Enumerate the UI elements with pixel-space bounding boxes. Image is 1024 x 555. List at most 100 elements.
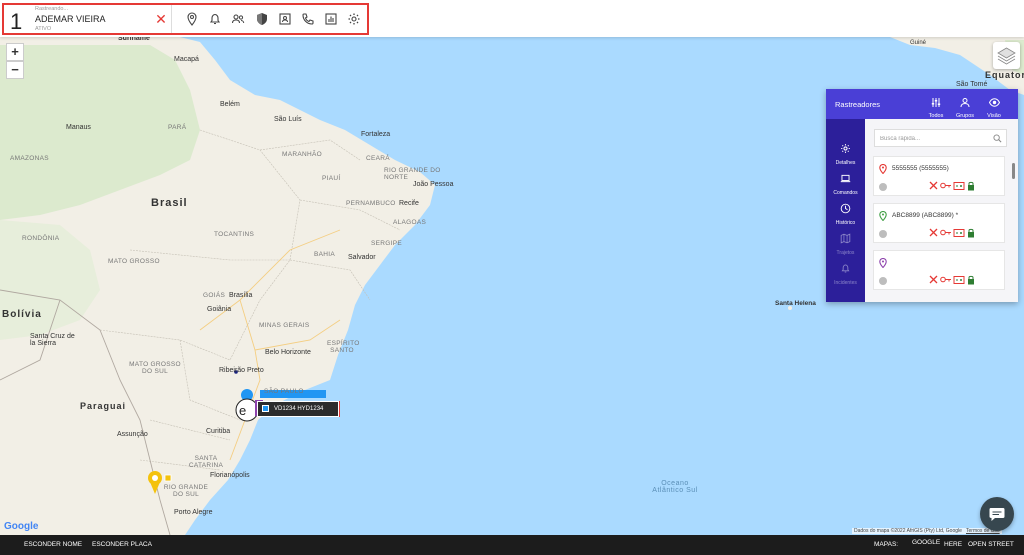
side-item-label: Trajetos [836, 250, 855, 256]
trackers-panel: Rastreadores Todos Grupos Visão Detalhes… [826, 89, 1018, 302]
bell-icon [841, 264, 850, 273]
card-status-icons [929, 228, 974, 238]
side-item-historico[interactable]: Histórico [826, 201, 865, 229]
tracker-caption: Rastreando... [35, 6, 69, 12]
list-scrollbar[interactable] [1012, 163, 1015, 179]
gear-icon[interactable] [347, 12, 361, 26]
copyright-text: Dados do mapa ©2022 AfriGIS (Pty) Ltd, G… [854, 528, 962, 534]
status-dot [879, 277, 887, 285]
map-provider-open-street[interactable]: OPEN STREET [968, 541, 1014, 548]
chat-button[interactable] [980, 497, 1014, 531]
panel-sidebar: Detalhes Comandos Histórico Trajetos Inc… [826, 119, 865, 302]
users-icon[interactable] [231, 12, 245, 26]
side-item-comandos[interactable]: Comandos [826, 171, 865, 199]
google-logo: Google [4, 521, 39, 532]
lock-icon [968, 275, 974, 285]
map-label-ocean: Oceano Atlântico Sul [650, 480, 700, 494]
clock-icon [840, 203, 851, 214]
tracker-number: 1 [10, 9, 23, 34]
map-label-manaus: Manaus [66, 124, 91, 131]
map-label-mato-grosso: MATO GROSSO [108, 258, 160, 265]
map-label-brasil: Brasil [151, 197, 188, 209]
panel-header: Rastreadores Todos Grupos Visão [826, 89, 1018, 119]
map-label-florianopolis: Florianópolis [210, 472, 250, 479]
filter-grupos-button[interactable]: Grupos [954, 94, 976, 119]
search-icon[interactable] [993, 134, 1002, 143]
map-label-ms: MATO GROSSO DO SUL [129, 361, 181, 375]
top-toolbar: 1 Rastreando... ADEMAR VIEIRA ATIVO ✕ [0, 0, 1024, 37]
map-label-amazonas: AMAZONAS [10, 155, 49, 162]
map-label-belo-horizonte: Belo Horizonte [265, 349, 311, 356]
ocean-label-line1: Oceano [661, 480, 689, 487]
person-icon [960, 98, 970, 108]
battery-icon [953, 276, 965, 284]
tracker-card-title: ABC8899 (ABC8899) * [892, 212, 959, 219]
bottom-bar: ESCONDER NOME ESCONDER PLACA MAPAS: GOOG… [0, 535, 1024, 555]
tracker-name: ADEMAR VIEIRA [35, 14, 106, 24]
map-label-ceara: CEARÁ [366, 155, 390, 162]
location-pin-icon[interactable] [185, 12, 199, 26]
map-label-joao-pessoa: João Pessoa [413, 181, 454, 188]
map-label-guine: Guiné [910, 40, 927, 46]
tracker-card[interactable]: 5555555 (5555555) [873, 156, 1005, 196]
side-item-incidentes[interactable]: Incidentes [826, 261, 865, 289]
sliders-icon [931, 98, 941, 107]
vehicle-status-square [262, 405, 269, 412]
map-label-rondonia: RONDÔNIA [22, 235, 60, 242]
hide-plate-button[interactable]: ESCONDER PLACA [92, 541, 152, 548]
tracker-card[interactable] [873, 250, 1005, 290]
tracker-card-title: 5555555 (5555555) [892, 165, 949, 172]
quick-search[interactable] [874, 129, 1007, 147]
hide-name-button[interactable]: ESCONDER NOME [24, 541, 82, 548]
phone-icon[interactable] [301, 12, 315, 26]
laptop-icon [840, 174, 851, 183]
side-item-detalhes[interactable]: Detalhes [826, 141, 865, 169]
side-item-trajetos[interactable]: Trajetos [826, 231, 865, 259]
close-icon [929, 181, 938, 190]
location-pin-icon [879, 211, 887, 221]
map-label-recife: Recife [399, 200, 419, 207]
vehicle-marker-label[interactable]: VD1234 HYD1234 [257, 401, 339, 417]
bar-chart-icon[interactable] [324, 12, 338, 26]
map-provider-here[interactable]: HERE [944, 541, 962, 548]
vehicle-plates: VD1234 HYD1234 [274, 406, 324, 412]
battery-icon [953, 229, 965, 237]
map-label-belem: Belém [220, 101, 240, 108]
map-label-assuncao: Assunção [117, 431, 148, 438]
filter-todos-button[interactable]: Todos [925, 94, 947, 119]
map-layers-button[interactable] [993, 42, 1020, 69]
map-label-sao-paulo: SÃO PAULO [264, 388, 304, 395]
map-label-macapa: Macapá [174, 56, 199, 63]
map-label-curitiba: Curitiba [206, 428, 231, 435]
map-label-ribeirao: Ribeirão Preto [219, 367, 264, 374]
panel-title: Rastreadores [835, 100, 881, 109]
lock-icon [968, 181, 974, 191]
zoom-in-button[interactable]: + [6, 43, 24, 61]
map-label-maranhao: MARANHÃO [282, 151, 322, 158]
map-label-pernambuco: PERNAMBUCO [346, 200, 396, 207]
card-status-icons [929, 181, 974, 191]
side-item-label: Detalhes [835, 160, 856, 166]
map-label-fortaleza: Fortaleza [361, 131, 391, 138]
tracker-card[interactable]: ABC8899 (ABC8899) * [873, 203, 1005, 243]
chat-icon [989, 508, 1005, 521]
map-label-piaui: PIAUÍ [322, 175, 341, 182]
map-label-tocantins: TOCANTINS [214, 231, 255, 238]
close-icon [929, 228, 938, 237]
gear-icon [841, 144, 850, 153]
search-input[interactable] [880, 133, 990, 145]
side-item-label: Comandos [833, 190, 858, 196]
map-label-goiania: Goiânia [207, 306, 232, 313]
zoom-out-button[interactable]: − [6, 61, 24, 79]
shield-icon[interactable] [255, 12, 269, 26]
map-label-paraguai: Paraguai [80, 401, 127, 411]
tracker-selector[interactable]: 1 Rastreando... ADEMAR VIEIRA ATIVO ✕ [2, 3, 369, 35]
close-icon[interactable]: ✕ [154, 11, 168, 27]
id-card-icon[interactable] [278, 12, 292, 26]
status-dot [879, 230, 887, 238]
map-provider-google[interactable]: GOOGLE [912, 539, 940, 546]
bell-icon[interactable] [208, 12, 222, 26]
map-label-rn: RIO GRANDE DO NORTE [384, 167, 441, 181]
map-label-rs: RIO GRANDE DO SUL [163, 484, 209, 498]
filter-visao-button[interactable]: Visão [983, 94, 1005, 119]
